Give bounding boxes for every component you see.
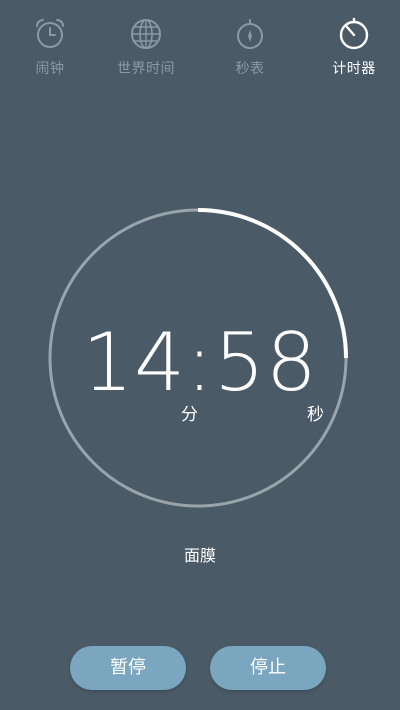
timer-countdown: 14:58 bbox=[82, 316, 318, 409]
minute-unit-label: 分 bbox=[181, 405, 198, 425]
timer-dial bbox=[48, 208, 348, 508]
pause-button[interactable]: 暂停 bbox=[70, 646, 186, 690]
second-unit-label: 秒 bbox=[307, 405, 324, 425]
timer-name: 面膜 bbox=[183, 546, 216, 565]
stop-button[interactable]: 停止 bbox=[210, 646, 326, 690]
